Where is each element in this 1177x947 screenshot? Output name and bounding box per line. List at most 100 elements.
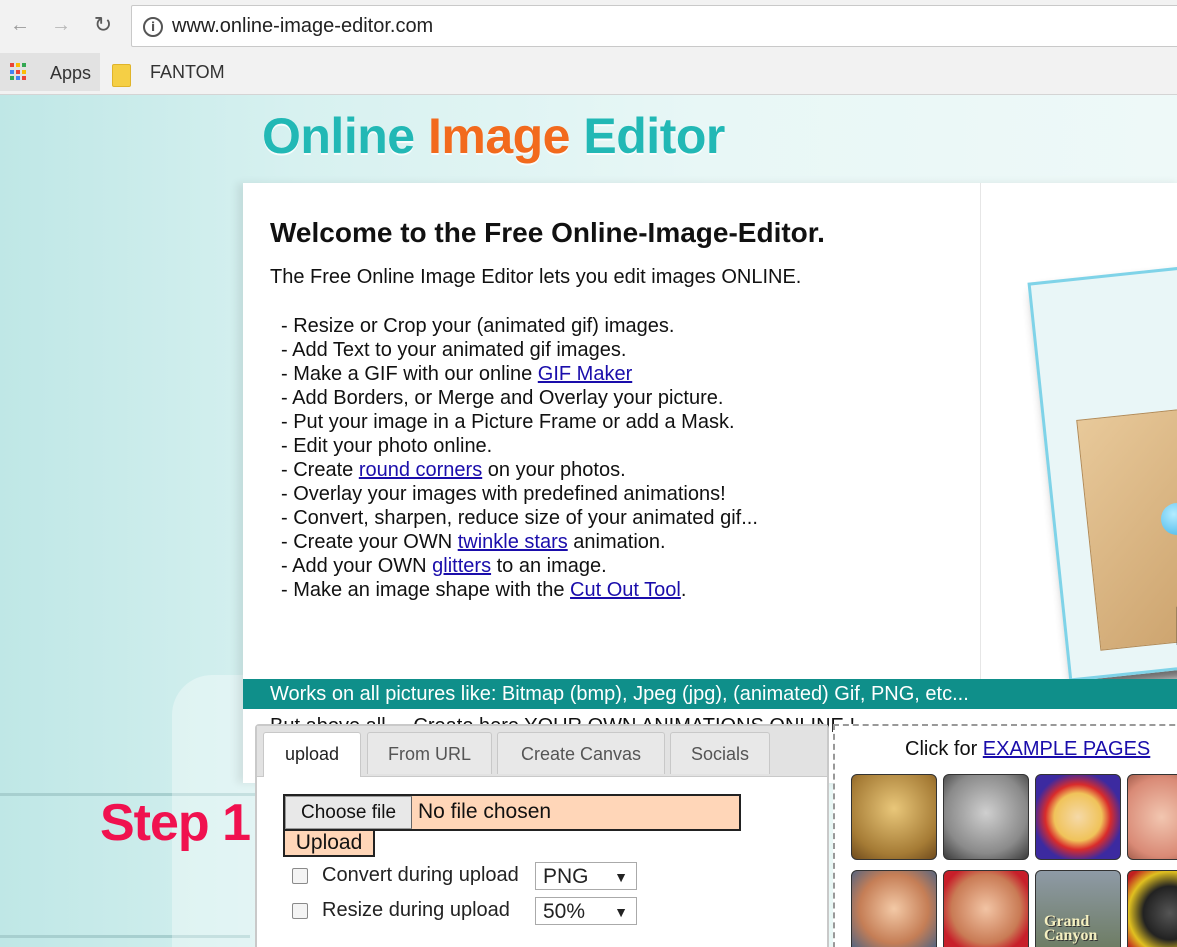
feature-link[interactable]: GIF Maker (538, 363, 632, 385)
feature-text: - Convert, sharpen, reduce size of your … (281, 507, 758, 529)
feature-text: - Resize or Crop your (animated gif) ima… (281, 315, 675, 337)
example-thumbnail[interactable] (1035, 774, 1121, 860)
feature-text: . (680, 579, 687, 601)
dropdown-arrow-icon: ▼ (614, 904, 628, 920)
feature-text: - Make a GIF with our online (281, 363, 538, 385)
example-thumbnail[interactable] (1127, 870, 1177, 947)
tab-create-canvas[interactable]: Create Canvas (497, 732, 665, 774)
apps-grid-dot (22, 69, 26, 74)
tab-socials[interactable]: Socials (670, 732, 770, 774)
site-logo[interactable]: Online Image Editor (262, 103, 742, 183)
feature-item: - Convert, sharpen, reduce size of your … (281, 506, 758, 530)
tab-strip: upload From URL Create Canvas Socials (257, 726, 827, 777)
feature-text: animation. (567, 531, 666, 553)
apps-grid-dot (16, 63, 20, 67)
resize-percent-select[interactable]: 50% ▼ (535, 897, 637, 925)
choose-file-button[interactable]: Choose file (285, 796, 412, 829)
apps-grid-dot (16, 69, 20, 74)
example-thumbnail[interactable] (943, 774, 1029, 860)
feature-item: - Edit your photo online. (281, 434, 758, 458)
file-input[interactable]: Choose file No file chosen (283, 794, 741, 831)
feature-link[interactable]: twinkle stars (458, 531, 568, 553)
examples-prefix: Click for (905, 738, 983, 760)
resize-percent-value: 50% (543, 900, 586, 923)
apps-grid-dot (10, 76, 14, 81)
step-label: Step 1 (100, 794, 251, 852)
panel-divider (980, 183, 981, 683)
upload-panel: upload From URL Create Canvas Socials Ch… (255, 724, 829, 947)
feature-item: - Add your OWN glitters to an image. (281, 554, 758, 578)
feature-text: - Add Text to your animated gif images. (281, 339, 627, 361)
feature-link[interactable]: round corners (359, 459, 482, 481)
convert-label: Convert during upload (322, 864, 519, 886)
tab-from-url[interactable]: From URL (367, 732, 492, 774)
dropdown-arrow-icon: ▼ (614, 869, 628, 885)
feature-list: - Resize or Crop your (animated gif) ima… (281, 314, 758, 602)
example-thumbnail[interactable] (851, 774, 937, 860)
page-title: Welcome to the Free Online-Image-Editor. (270, 217, 825, 248)
url-field[interactable]: i www.online-image-editor.com (131, 5, 1177, 47)
examples-panel: Click for EXAMPLE PAGES Grand Canyon (833, 724, 1177, 947)
example-thumbnail[interactable]: Grand Canyon (1035, 870, 1121, 947)
feature-item: - Add Text to your animated gif images. (281, 338, 758, 362)
apps-grid-dot (10, 63, 14, 67)
feature-text: on your photos. (482, 459, 626, 481)
resize-label: Resize during upload (322, 899, 510, 921)
examples-heading: Click for EXAMPLE PAGES (905, 738, 1150, 761)
example-thumbnail[interactable] (1127, 774, 1177, 860)
feature-text: - Create (281, 459, 359, 481)
main-panel: Welcome to the Free Online-Image-Editor.… (243, 183, 1177, 947)
bookmark-apps-label: Apps (50, 63, 92, 83)
folder-icon[interactable] (112, 64, 131, 87)
feature-text: - Create your OWN (281, 531, 458, 553)
feature-text: - Put your image in a Picture Frame or a… (281, 411, 735, 433)
resize-checkbox[interactable] (292, 903, 308, 919)
example-thumbnail[interactable] (943, 870, 1029, 947)
frame-letter: F (1173, 593, 1177, 658)
feature-text: - Overlay your images with predefined an… (281, 483, 726, 505)
logo-word-image: Image (427, 108, 571, 164)
example-thumbnail[interactable] (851, 870, 937, 947)
feature-item: - Add Borders, or Merge and Overlay your… (281, 386, 758, 410)
bookmark-fantom[interactable]: FANTOM (150, 62, 225, 83)
back-arrow-icon[interactable]: ← (6, 11, 34, 39)
url-text[interactable]: www.online-image-editor.com (172, 15, 433, 38)
feature-text: - Add your OWN (281, 555, 433, 577)
convert-format-select[interactable]: PNG ▼ (535, 862, 637, 890)
apps-grid-dot (10, 69, 14, 74)
forward-arrow-icon[interactable]: → (47, 11, 75, 39)
logo-word-online: Online (262, 108, 415, 164)
picture-frame-illustration: F (1027, 263, 1177, 691)
feature-item: - Overlay your images with predefined an… (281, 482, 758, 506)
thumbnail-caption: Grand Canyon (1044, 913, 1098, 944)
feature-item: - Make an image shape with the Cut Out T… (281, 578, 758, 602)
bookmark-apps[interactable]: Apps (0, 53, 100, 91)
tab-upload[interactable]: upload (263, 732, 361, 777)
feature-item: - Make a GIF with our online GIF Maker (281, 362, 758, 386)
convert-format-value: PNG (543, 865, 589, 888)
feature-text: to an image. (491, 555, 607, 577)
feature-link[interactable]: Cut Out Tool (570, 579, 681, 601)
apps-grid-dot (22, 76, 26, 81)
apps-grid-dot (16, 76, 20, 81)
apps-grid-dot (22, 63, 26, 67)
logo-word-editor: Editor (583, 108, 725, 164)
apps-grid-icon (10, 63, 28, 81)
feature-text: - Edit your photo online. (281, 435, 493, 457)
feature-item: - Create your OWN twinkle stars animatio… (281, 530, 758, 554)
info-icon[interactable]: i (143, 17, 163, 37)
example-pages-link[interactable]: EXAMPLE PAGES (983, 738, 1150, 760)
convert-checkbox[interactable] (292, 868, 308, 884)
feature-item: - Create round corners on your photos. (281, 458, 758, 482)
formats-banner: Works on all pictures like: Bitmap (bmp)… (243, 679, 1177, 709)
feature-text: - Add Borders, or Merge and Overlay your… (281, 387, 724, 409)
feature-text: - Make an image shape with the (281, 579, 571, 601)
feature-link[interactable]: glitters (432, 555, 491, 577)
feature-item: - Resize or Crop your (animated gif) ima… (281, 314, 758, 338)
address-bar: ← → ↻ i www.online-image-editor.com (0, 0, 1177, 52)
file-status: No file chosen (418, 800, 552, 823)
reload-icon[interactable]: ↻ (89, 11, 117, 39)
upload-button[interactable]: Upload (283, 829, 375, 857)
feature-item: - Put your image in a Picture Frame or a… (281, 410, 758, 434)
intro-text: The Free Online Image Editor lets you ed… (270, 266, 802, 288)
